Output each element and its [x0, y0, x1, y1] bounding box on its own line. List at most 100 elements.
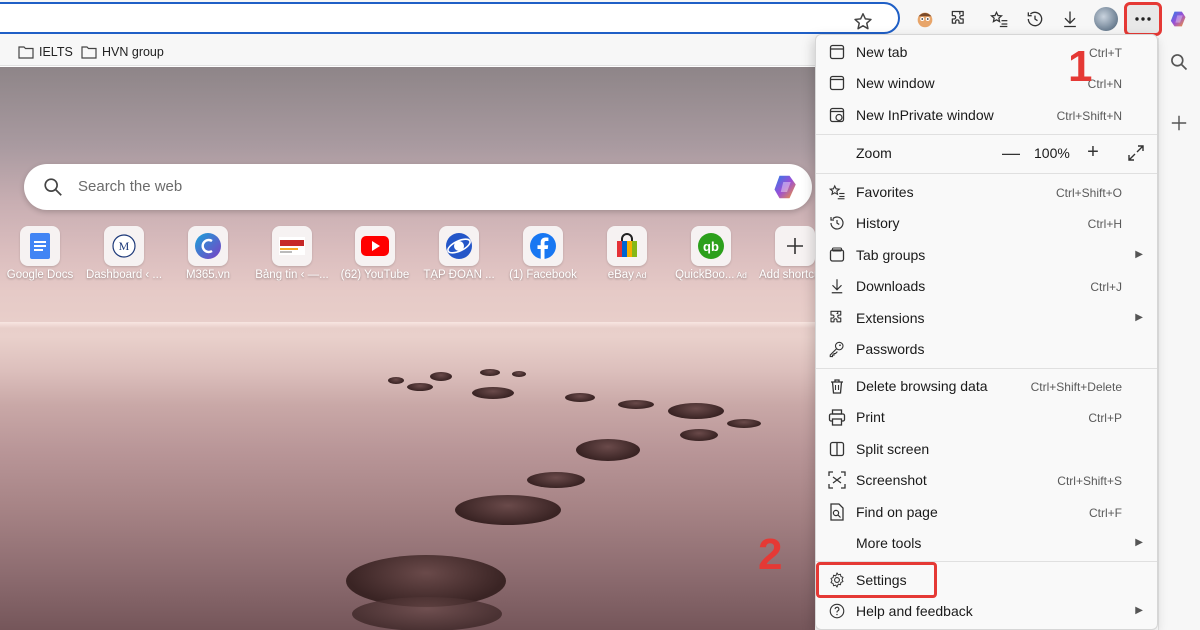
trash-icon — [828, 377, 846, 395]
sidebar-search-icon[interactable] — [1169, 52, 1189, 72]
folder-icon — [81, 46, 97, 59]
stepping-stone — [407, 383, 433, 391]
web-search-box[interactable]: Search the web — [24, 164, 812, 210]
menu-item-favorites[interactable]: Favorites Ctrl+Shift+O — [816, 177, 1157, 207]
shortcut-google-docs[interactable]: Google Docs — [0, 226, 82, 288]
search-icon — [42, 176, 64, 198]
stepping-stone — [668, 403, 724, 419]
shortcut-add[interactable]: Add shortcut — [753, 226, 815, 288]
menu-item-more-tools[interactable]: More tools ▶ — [816, 528, 1157, 558]
menu-divider — [816, 368, 1157, 369]
menu-item-history[interactable]: History Ctrl+H — [816, 208, 1157, 238]
step-number-1-annotation: 1 — [1068, 42, 1093, 91]
menu-item-delete-browsing-data[interactable]: Delete browsing data Ctrl+Shift+Delete — [816, 371, 1157, 401]
help-icon — [828, 602, 846, 620]
favorite-folder-hvn-group[interactable]: HVN group — [81, 43, 164, 61]
extensions-puzzle-icon — [828, 309, 846, 327]
profile-character-icon[interactable] — [913, 7, 937, 31]
favorite-folder-label: IELTS — [39, 45, 73, 59]
stepping-stone — [472, 387, 514, 399]
ad-badge: Ad — [736, 270, 747, 280]
zoom-level: 100% — [1034, 145, 1070, 161]
sidebar-add-icon[interactable] — [1170, 114, 1188, 132]
history-icon[interactable] — [1023, 7, 1047, 31]
zoom-out-button[interactable]: — — [1000, 142, 1022, 164]
horizon-glow — [0, 322, 815, 328]
key-icon — [828, 340, 846, 358]
submenu-arrow-icon: ▶ — [1135, 605, 1143, 616]
new-tab-icon — [828, 43, 846, 61]
shortcut-quickbooks[interactable]: qb QuickBoo... Ad — [669, 226, 753, 288]
quickbooks-icon: qb — [691, 226, 731, 266]
shortcut-ebay[interactable]: eBay Ad — [585, 226, 669, 288]
submenu-arrow-icon: ▶ — [1135, 249, 1143, 260]
new-window-icon — [828, 74, 846, 92]
shortcut-label: TẬP ĐOÀN ... — [423, 269, 495, 281]
stepping-stone — [576, 439, 640, 461]
m365-icon — [188, 226, 228, 266]
shortcut-label: M365.vn — [185, 269, 231, 281]
tap-doan-icon — [439, 226, 479, 266]
google-docs-icon — [20, 226, 60, 266]
favorite-folder-ielts[interactable]: IELTS — [18, 43, 73, 61]
extensions-puzzle-icon[interactable] — [947, 7, 971, 31]
new-tab-background-image — [0, 67, 815, 630]
stepping-stone — [512, 371, 526, 377]
shortcut-label: (1) Facebook — [509, 269, 577, 281]
shortcut-m365[interactable]: M365.vn — [166, 226, 250, 288]
menu-item-find-on-page[interactable]: Find on page Ctrl+F — [816, 497, 1157, 527]
youtube-icon — [355, 226, 395, 266]
right-sidebar — [1158, 38, 1200, 630]
shortcut-tap-doan[interactable]: TẬP ĐOÀN ... — [417, 226, 501, 288]
menu-item-new-inprivate-window[interactable]: New InPrivate window Ctrl+Shift+N — [816, 100, 1157, 130]
tab-groups-icon — [828, 246, 846, 264]
shortcut-youtube[interactable]: (62) YouTube — [333, 226, 417, 288]
favorites-icon — [828, 183, 846, 201]
dashboard-icon: M — [104, 226, 144, 266]
step-number-2-annotation: 2 — [758, 530, 783, 579]
settings-and-more-button[interactable] — [1124, 2, 1162, 36]
menu-item-downloads[interactable]: Downloads Ctrl+J — [816, 271, 1157, 301]
split-screen-icon — [828, 440, 846, 458]
menu-item-print[interactable]: Print Ctrl+P — [816, 402, 1157, 432]
stepping-stone — [430, 372, 452, 381]
shortcut-facebook[interactable]: (1) Facebook — [501, 226, 585, 288]
menu-item-new-tab[interactable]: New tab Ctrl+T — [816, 37, 1157, 67]
menu-item-help-and-feedback[interactable]: Help and feedback ▶ — [816, 596, 1157, 626]
menu-item-extensions[interactable]: Extensions ▶ — [816, 303, 1157, 333]
favorite-folder-label: HVN group — [102, 45, 164, 59]
facebook-icon — [523, 226, 563, 266]
zoom-in-button[interactable]: + — [1082, 141, 1104, 163]
menu-item-new-window[interactable]: New window Ctrl+N — [816, 68, 1157, 98]
shortcut-bang-tin[interactable]: Bảng tin ‹ —... — [250, 226, 334, 288]
copilot-icon[interactable] — [1168, 7, 1192, 31]
menu-item-tab-groups[interactable]: Tab groups ▶ — [816, 240, 1157, 270]
screenshot-icon — [828, 471, 846, 489]
menu-item-split-screen[interactable]: Split screen — [816, 434, 1157, 464]
ebay-icon — [607, 226, 647, 266]
menu-item-screenshot[interactable]: Screenshot Ctrl+Shift+S — [816, 465, 1157, 495]
menu-item-passwords[interactable]: Passwords — [816, 334, 1157, 364]
menu-divider — [816, 173, 1157, 174]
address-bar[interactable] — [0, 2, 900, 34]
shortcut-label: Google Docs — [6, 269, 74, 281]
favorites-list-icon[interactable] — [987, 7, 1011, 31]
downloads-icon[interactable] — [1058, 7, 1082, 31]
submenu-arrow-icon: ▶ — [1135, 537, 1143, 548]
profile-avatar[interactable] — [1094, 7, 1118, 31]
copilot-search-icon[interactable] — [772, 172, 802, 202]
shortcut-label: Dashboard ‹ ... — [85, 269, 163, 281]
bang-tin-icon — [272, 226, 312, 266]
stepping-stone — [480, 369, 500, 376]
fullscreen-expand-icon[interactable] — [1126, 143, 1146, 163]
submenu-arrow-icon: ▶ — [1135, 312, 1143, 323]
folder-icon — [18, 46, 34, 59]
shortcut-dashboard[interactable]: M Dashboard ‹ ... — [82, 226, 166, 288]
menu-item-zoom: Zoom — 100% + — [816, 138, 1157, 168]
favorite-star-icon[interactable] — [852, 11, 874, 33]
menu-divider — [816, 134, 1157, 135]
settings-highlight-box — [816, 562, 937, 598]
shortcut-label: eBay Ad — [607, 269, 647, 281]
stepping-stone — [527, 472, 585, 488]
settings-and-more-menu: New tab Ctrl+T New window Ctrl+N New InP… — [815, 34, 1158, 630]
